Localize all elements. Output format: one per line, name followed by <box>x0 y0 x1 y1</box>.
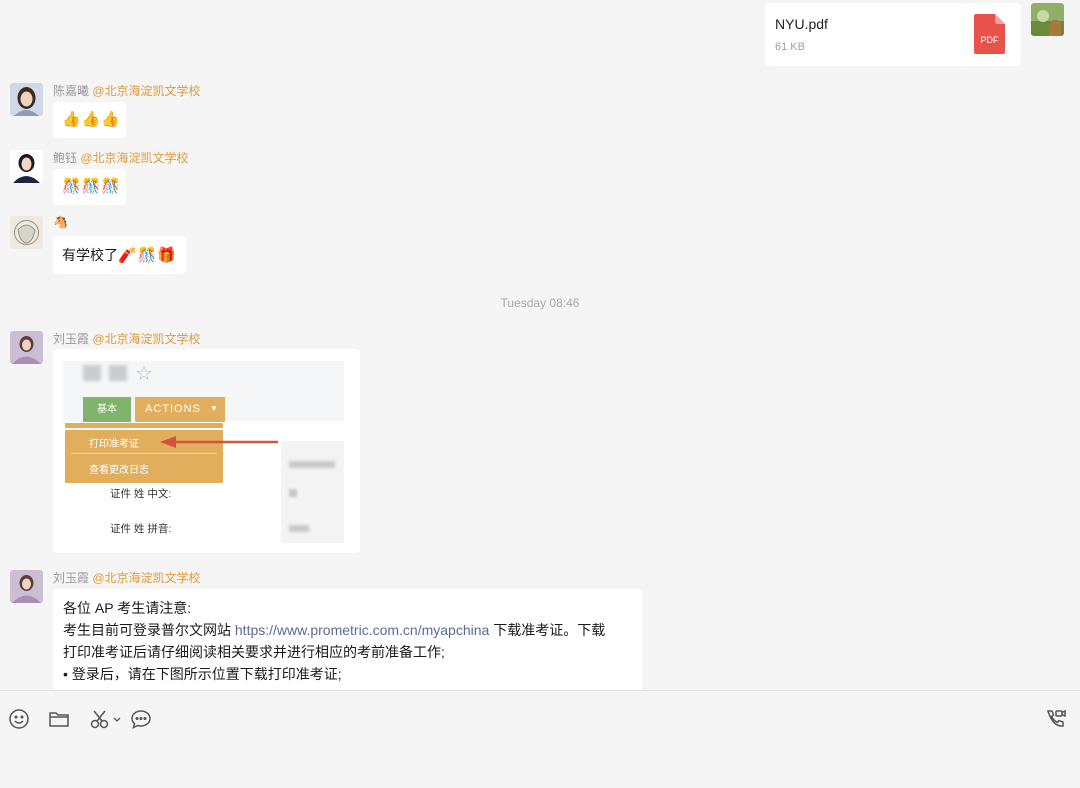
blurred-text <box>289 461 335 468</box>
avatar[interactable] <box>10 331 43 364</box>
input-toolbar <box>0 690 1080 788</box>
sender-group: @北京海淀凯文学校 <box>92 84 201 98</box>
chat-bubble-icon[interactable] <box>130 708 152 730</box>
message-line: 考生目前可登录普尔文网站 https://www.prometric.com.c… <box>63 619 632 641</box>
image-message[interactable]: ☆ 基本 ACTIONS ▼ 打印准考证 查看更改日志 证件 姓 中文: 证件 … <box>53 349 360 553</box>
message-line: • 登录后，请在下图所示位置下载打印准考证; <box>63 666 342 682</box>
actions-label: ACTIONS <box>145 403 201 415</box>
message-content: 有学校了🧨🎊🎁 <box>62 245 177 266</box>
sender-label: 陈嘉曦 @北京海淀凯文学校 <box>53 82 201 99</box>
chat-history[interactable]: NYU.pdf 61 KB PDF 陈嘉曦 @北京海淀凯文学校 👍👍👍 鲍钰 @… <box>0 0 1080 690</box>
file-name: NYU.pdf <box>775 16 828 32</box>
message-text: 有学校了 <box>62 247 118 263</box>
sender-label: 刘玉霞 @北京海淀凯文学校 <box>53 569 201 586</box>
message-bubble[interactable]: 🎊🎊🎊 <box>53 169 126 205</box>
message-text: 考生目前可登录普尔文网站 <box>63 622 235 638</box>
blurred-text <box>109 365 127 381</box>
pdf-file-icon: PDF <box>974 14 1005 54</box>
blurred-panel <box>281 441 344 543</box>
blurred-text <box>83 365 101 381</box>
sender-group: @北京海淀凯文学校 <box>92 332 201 346</box>
sender-name: 鲍钰 <box>53 151 78 165</box>
message-line: 各位 AP 考生请注意: <box>63 600 192 616</box>
message-line: 打印准考证后请仔细阅读相关要求并进行相应的考前准备工作; <box>63 644 445 660</box>
tab-basic: 基本 <box>83 397 131 422</box>
message-bubble[interactable]: 👍👍👍 <box>53 102 126 138</box>
sender-name: 刘玉霞 <box>53 571 90 585</box>
timestamp-divider: Tuesday 08:46 <box>500 296 580 310</box>
actions-dropdown: 打印准考证 查看更改日志 <box>65 423 223 483</box>
sender-name: 🐴 <box>53 215 68 229</box>
actions-button: ACTIONS ▼ <box>135 397 225 422</box>
folder-icon[interactable] <box>48 708 70 730</box>
message-bubble[interactable]: 有学校了🧨🎊🎁 <box>53 236 186 274</box>
own-avatar[interactable] <box>1031 3 1064 36</box>
menu-item-print: 打印准考证 <box>89 439 139 450</box>
file-size: 61 KB <box>775 41 805 53</box>
message-text: 下载准考证。下载 <box>489 622 606 638</box>
avatar[interactable] <box>10 216 43 249</box>
menu-item-log: 查看更改日志 <box>89 465 149 476</box>
field-chinese-name: 证件 姓 中文: <box>110 488 172 500</box>
sender-group: @北京海淀凯文学校 <box>92 571 201 585</box>
star-icon: ☆ <box>135 363 153 385</box>
divider <box>71 453 217 454</box>
chevron-down-icon[interactable] <box>112 708 122 730</box>
message-emojis: 👍👍👍 <box>62 111 122 128</box>
sender-label: 刘玉霞 @北京海淀凯文学校 <box>53 330 201 347</box>
sender-name: 陈嘉曦 <box>53 84 90 98</box>
prometric-link[interactable]: https://www.prometric.com.cn/myapchina <box>235 622 489 638</box>
message-emojis: 🎊🎊🎊 <box>62 178 122 195</box>
avatar[interactable] <box>10 570 43 603</box>
field-pinyin-name: 证件 姓 拼音: <box>110 523 172 535</box>
sender-group: @北京海淀凯文学校 <box>80 151 189 165</box>
caret-down-icon: ▼ <box>210 404 219 413</box>
blurred-text <box>289 489 297 497</box>
video-call-icon[interactable] <box>1044 708 1066 730</box>
red-arrow-icon <box>160 436 278 448</box>
sender-label: 🐴 <box>53 215 68 229</box>
pdf-label: PDF <box>981 35 1000 45</box>
sender-name: 刘玉霞 <box>53 332 90 346</box>
blurred-text <box>289 525 309 532</box>
sender-label: 鲍钰 @北京海淀凯文学校 <box>53 149 189 166</box>
avatar[interactable] <box>10 150 43 183</box>
text-message-bubble[interactable]: 各位 AP 考生请注意: 考生目前可登录普尔文网站 https://www.pr… <box>53 589 642 690</box>
message-emojis: 🧨🎊🎁 <box>118 247 178 264</box>
divider <box>65 428 223 430</box>
file-message-bubble[interactable]: NYU.pdf 61 KB PDF <box>765 3 1021 66</box>
emoji-icon[interactable] <box>8 708 30 730</box>
avatar[interactable] <box>10 83 43 116</box>
